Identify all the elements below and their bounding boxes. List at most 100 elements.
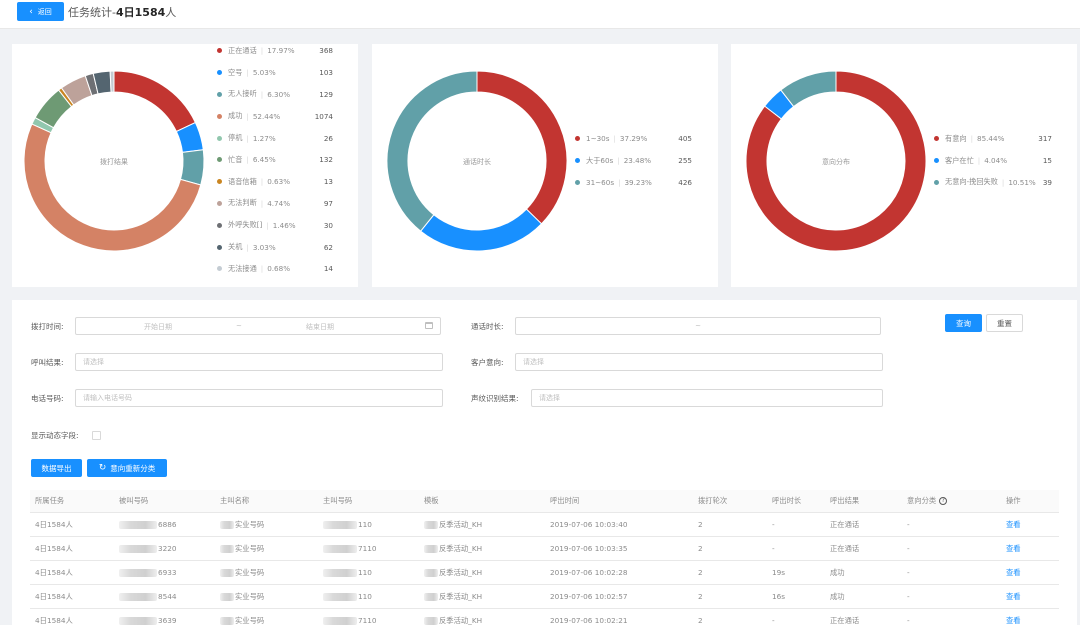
legend-dot [217, 48, 222, 54]
legend-label: 无法接通 [228, 263, 257, 273]
reclassify-intent-button[interactable]: ↻ 意向重新分类 [87, 459, 167, 477]
legend-separator: | [618, 177, 621, 187]
cell-round: 2 [698, 585, 703, 608]
cell-time: 2019-07-06 10:02:21 [550, 609, 628, 625]
cell-duration: - [772, 609, 775, 625]
reset-button[interactable]: 重置 [986, 314, 1023, 332]
legend-item[interactable]: 有意向 | 85.44% 317 [934, 128, 1052, 150]
dial-result-card: 拨打结果 正在通话 | 17.97% 368 空号 | 5.03% 103 无人接听 | 6.30%… [12, 44, 358, 287]
cell-text: 6933 [158, 568, 177, 577]
view-link[interactable]: 查看 [1006, 544, 1021, 554]
cell-callee: 6886 [119, 513, 177, 536]
cell-text: 2019-07-06 10:03:40 [550, 520, 628, 529]
legend-item[interactable]: 语音信箱 | 0.63% 13 [217, 171, 333, 193]
legend-separator: | [977, 156, 981, 166]
title-suffix: 人 [165, 6, 177, 19]
legend-item[interactable]: 关机 | 3.03% 62 [217, 236, 333, 258]
cell-text: 反季活动_KH [439, 615, 483, 625]
legend-item[interactable]: 空号 | 5.03% 103 [217, 62, 333, 84]
view-link[interactable]: 查看 [1006, 592, 1021, 602]
customer-intent-select[interactable]: 请选择 [515, 353, 883, 371]
legend-item[interactable]: 无法接通 | 0.68% 14 [217, 258, 333, 280]
phone-number-input[interactable]: 请输入电话号码 [75, 389, 443, 407]
legend-item[interactable]: 忙音 | 6.45% 132 [217, 149, 333, 171]
dial-time-range-picker[interactable]: 开始日期 ~ 结束日期 [75, 317, 441, 335]
cell-caller-no: 110 [323, 513, 372, 536]
cell-text: - [907, 568, 910, 577]
call-duration-range-input[interactable]: ~ [515, 317, 881, 335]
legend-item[interactable]: 外呼失败[] | 1.46% 30 [217, 214, 333, 236]
legend-count: 97 [323, 198, 333, 208]
back-button[interactable]: ‹ 返回 [17, 2, 64, 21]
back-label: 返回 [37, 7, 52, 16]
legend-item[interactable]: 无意向-挽回失败 | 10.51% 39 [934, 172, 1052, 194]
cell-result: 正在通话 [830, 537, 859, 560]
cell-action[interactable]: 查看 [1006, 585, 1021, 608]
legend-separator: | [260, 46, 264, 56]
legend-item[interactable]: 31~60s | 39.23% 426 [575, 172, 692, 194]
cell-intent: - [907, 561, 910, 584]
legend-separator: | [246, 68, 249, 78]
cell-text: 4日1584人 [35, 519, 73, 529]
legend-item[interactable]: 正在通话 | 17.97% 368 [217, 40, 333, 62]
cell-action[interactable]: 查看 [1006, 609, 1021, 625]
legend-item[interactable]: 1~30s | 37.29% 405 [575, 128, 692, 150]
donut-slice[interactable] [386, 70, 478, 232]
cell-text: 110 [358, 520, 372, 529]
cell-result: 正在通话 [830, 609, 859, 625]
legend-percent: 4.04% [984, 156, 1008, 166]
donut-slice[interactable] [179, 149, 205, 186]
cell-action[interactable]: 查看 [1006, 537, 1021, 560]
donut-slice[interactable] [419, 208, 543, 252]
legend-percent: 39.23% [624, 177, 652, 187]
legend-label: 无法判断 [228, 198, 257, 208]
legend-item[interactable]: 客户在忙 | 4.04% 15 [934, 150, 1052, 172]
col-duration: 呼出时长 [772, 496, 802, 505]
help-icon[interactable]: ? [939, 497, 948, 505]
call-result-select[interactable]: 请选择 [75, 353, 443, 371]
col-callee: 被叫号码 [119, 496, 149, 505]
legend-item[interactable]: 无人接听 | 6.30% 129 [217, 84, 333, 106]
export-data-button[interactable]: 数据导出 [31, 459, 82, 477]
cell-action[interactable]: 查看 [1006, 513, 1021, 536]
legend-item[interactable]: 成功 | 52.44% 1074 [217, 105, 333, 127]
legend-percent: 1.27% [252, 133, 276, 143]
cell-action[interactable]: 查看 [1006, 561, 1021, 584]
query-button[interactable]: 查询 [945, 314, 982, 332]
cell-caller-name: 实业号码 [220, 537, 264, 560]
cell-text: 反季活动_KH [439, 519, 483, 529]
start-date-input[interactable]: 开始日期 [144, 322, 172, 332]
voiceprint-result-select[interactable]: 请选择 [531, 389, 883, 407]
redacted-mask [119, 616, 157, 625]
view-link[interactable]: 查看 [1006, 520, 1021, 530]
end-date-input[interactable]: 结束日期 [306, 322, 334, 332]
donut-slice[interactable] [109, 70, 115, 93]
col-caller-name: 主叫名称 [220, 496, 250, 505]
cell-text: 实业号码 [235, 543, 265, 553]
cell-text: - [907, 520, 910, 529]
cell-text: 110 [358, 568, 372, 577]
donut-slice[interactable] [23, 123, 202, 252]
donut-slice[interactable] [113, 70, 197, 133]
legend-dot [217, 157, 222, 163]
dynamic-fields-checkbox[interactable] [92, 431, 101, 440]
table-row: 4日1584人 3220 实业号码 7110 反季活动_KH 2019-07-06 10:… [30, 537, 1059, 561]
legend-dot [934, 179, 939, 185]
cell-text: 7110 [358, 616, 377, 625]
legend-item[interactable]: 大于60s | 23.48% 255 [575, 150, 692, 172]
cell-callee: 6933 [119, 561, 177, 584]
cell-text: 2 [698, 568, 703, 577]
legend-percent: 52.44% [252, 111, 281, 121]
legend-count: 255 [678, 156, 692, 166]
legend-label: 大于60s [586, 155, 614, 165]
view-link[interactable]: 查看 [1006, 616, 1021, 625]
view-link[interactable]: 查看 [1006, 568, 1021, 578]
legend-item[interactable]: 无法判断 | 4.74% 97 [217, 193, 333, 215]
donut-slice[interactable] [476, 70, 568, 225]
redacted-mask [424, 544, 438, 553]
legend-count: 1074 [314, 111, 333, 121]
redacted-mask [323, 520, 357, 529]
call-result-placeholder: 请选择 [83, 358, 104, 366]
legend-item[interactable]: 停机 | 1.27% 26 [217, 127, 333, 149]
donut-slice[interactable] [780, 70, 837, 108]
